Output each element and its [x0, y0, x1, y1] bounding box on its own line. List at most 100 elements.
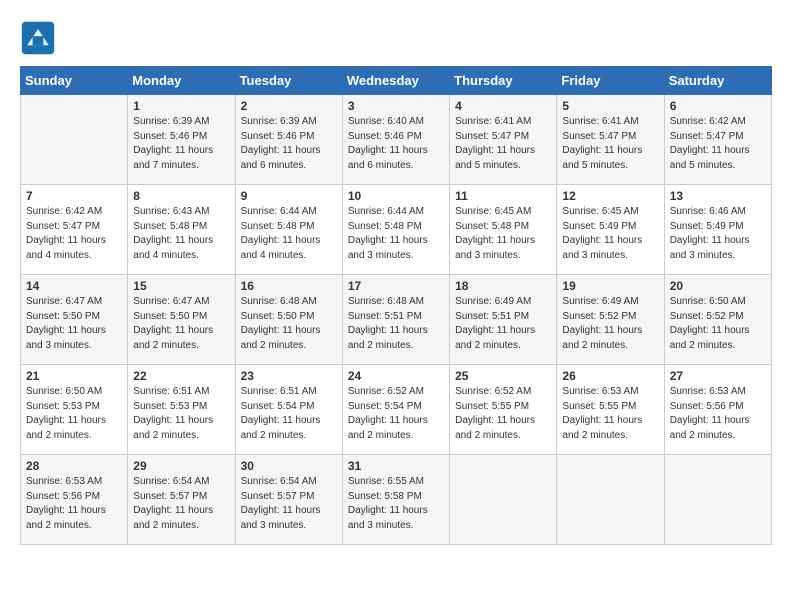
- day-number: 19: [562, 279, 658, 293]
- day-number: 2: [241, 99, 337, 113]
- day-number: 27: [670, 369, 766, 383]
- day-info: Sunrise: 6:40 AM Sunset: 5:46 PM Dayligh…: [348, 115, 444, 173]
- day-number: 4: [455, 99, 551, 113]
- day-info: Sunrise: 6:47 AM Sunset: 5:50 PM Dayligh…: [133, 295, 229, 353]
- calendar-cell: 12Sunrise: 6:45 AM Sunset: 5:49 PM Dayli…: [557, 185, 664, 275]
- calendar-cell: 4 Sunrise: 6:41 AM Sunset: 5:47 PM Daylig…: [450, 95, 557, 185]
- day-number: 10: [348, 189, 444, 203]
- day-info: Sunrise: 6:50 AM Sunset: 5:52 PM Dayligh…: [670, 295, 766, 353]
- calendar-cell: 28 Sunrise: 6:53 AM Sunset: 5:56 PM Dayli…: [21, 455, 128, 545]
- calendar-cell: 21 Sunrise: 6:50 AM Sunset: 5:53 PM Dayli…: [21, 365, 128, 455]
- day-info: Sunrise: 6:41 AM Sunset: 5:47 PM Dayligh…: [455, 115, 551, 173]
- calendar-cell: 11 Sunrise: 6:45 AM Sunset: 5:48 PM Dayli…: [450, 185, 557, 275]
- page-header: [20, 20, 772, 56]
- calendar-cell: 14 Sunrise: 6:47 AM Sunset: 5:50 PM Dayli…: [21, 275, 128, 365]
- calendar-cell: 18 Sunrise: 6:49 AM Sunset: 5:51 PM Dayli…: [450, 275, 557, 365]
- calendar-cell: 8 Sunrise: 6:43 AM Sunset: 5:48 PM Daylig…: [128, 185, 235, 275]
- column-header-tuesday: Tuesday: [235, 67, 342, 95]
- day-info: Sunrise: 6:46 AM Sunset: 5:49 PM Dayligh…: [670, 205, 766, 263]
- day-info: Sunrise: 6:49 AM Sunset: 5:51 PM Dayligh…: [455, 295, 551, 353]
- day-info: Sunrise: 6:53 AM Sunset: 5:55 PM Dayligh…: [562, 385, 658, 443]
- day-number: 21: [26, 369, 122, 383]
- day-info: Sunrise: 6:53 AM Sunset: 5:56 PM Dayligh…: [26, 475, 122, 533]
- calendar-cell: 1Sunrise: 6:39 AM Sunset: 5:46 PM Daylig…: [128, 95, 235, 185]
- day-number: 29: [133, 459, 229, 473]
- logo: [20, 20, 60, 56]
- calendar-cell: 16 Sunrise: 6:48 AM Sunset: 5:50 PM Dayli…: [235, 275, 342, 365]
- day-number: 18: [455, 279, 551, 293]
- calendar-cell: 17 Sunrise: 6:48 AM Sunset: 5:51 PM Dayli…: [342, 275, 449, 365]
- day-number: 26: [562, 369, 658, 383]
- day-number: 5: [562, 99, 658, 113]
- calendar-cell: 5 Sunrise: 6:41 AM Sunset: 5:47 PM Daylig…: [557, 95, 664, 185]
- day-number: 9: [241, 189, 337, 203]
- calendar-header-row: SundayMondayTuesdayWednesdayThursdayFrid…: [21, 67, 772, 95]
- calendar-cell: [21, 95, 128, 185]
- day-number: 28: [26, 459, 122, 473]
- day-number: 24: [348, 369, 444, 383]
- day-number: 7: [26, 189, 122, 203]
- day-info: Sunrise: 6:50 AM Sunset: 5:53 PM Dayligh…: [26, 385, 122, 443]
- calendar-cell: 7 Sunrise: 6:42 AM Sunset: 5:47 PM Daylig…: [21, 185, 128, 275]
- day-number: 17: [348, 279, 444, 293]
- day-number: 23: [241, 369, 337, 383]
- column-header-monday: Monday: [128, 67, 235, 95]
- day-info: Sunrise: 6:48 AM Sunset: 5:51 PM Dayligh…: [348, 295, 444, 353]
- calendar-cell: 31 Sunrise: 6:55 AM Sunset: 5:58 PM Dayli…: [342, 455, 449, 545]
- day-number: 31: [348, 459, 444, 473]
- calendar-cell: [664, 455, 771, 545]
- day-number: 6: [670, 99, 766, 113]
- column-header-wednesday: Wednesday: [342, 67, 449, 95]
- calendar-cell: 24 Sunrise: 6:52 AM Sunset: 5:54 PM Dayli…: [342, 365, 449, 455]
- day-info: Sunrise: 6:39 AM Sunset: 5:46 PM Dayligh…: [241, 115, 337, 173]
- day-info: Sunrise: 6:47 AM Sunset: 5:50 PM Dayligh…: [26, 295, 122, 353]
- day-info: Sunrise: 6:51 AM Sunset: 5:54 PM Dayligh…: [241, 385, 337, 443]
- calendar-cell: 15 Sunrise: 6:47 AM Sunset: 5:50 PM Dayli…: [128, 275, 235, 365]
- column-header-sunday: Sunday: [21, 67, 128, 95]
- calendar-table: SundayMondayTuesdayWednesdayThursdayFrid…: [20, 66, 772, 545]
- day-info: Sunrise: 6:54 AM Sunset: 5:57 PM Dayligh…: [241, 475, 337, 533]
- calendar-cell: 30 Sunrise: 6:54 AM Sunset: 5:57 PM Dayli…: [235, 455, 342, 545]
- calendar-cell: 13 Sunrise: 6:46 AM Sunset: 5:49 PM Dayli…: [664, 185, 771, 275]
- day-number: 8: [133, 189, 229, 203]
- day-info: Sunrise: 6:55 AM Sunset: 5:58 PM Dayligh…: [348, 475, 444, 533]
- day-info: Sunrise: 6:41 AM Sunset: 5:47 PM Dayligh…: [562, 115, 658, 173]
- day-info: Sunrise: 6:44 AM Sunset: 5:48 PM Dayligh…: [241, 205, 337, 263]
- day-number: 3: [348, 99, 444, 113]
- day-number: 12: [562, 189, 658, 203]
- day-number: 14: [26, 279, 122, 293]
- column-header-saturday: Saturday: [664, 67, 771, 95]
- calendar-cell: 19 Sunrise: 6:49 AM Sunset: 5:52 PM Dayli…: [557, 275, 664, 365]
- calendar-week-row: 1Sunrise: 6:39 AM Sunset: 5:46 PM Daylig…: [21, 95, 772, 185]
- calendar-cell: 9 Sunrise: 6:44 AM Sunset: 5:48 PM Daylig…: [235, 185, 342, 275]
- day-info: Sunrise: 6:45 AM Sunset: 5:48 PM Dayligh…: [455, 205, 551, 263]
- calendar-body: 1Sunrise: 6:39 AM Sunset: 5:46 PM Daylig…: [21, 95, 772, 545]
- calendar-week-row: 14 Sunrise: 6:47 AM Sunset: 5:50 PM Dayli…: [21, 275, 772, 365]
- calendar-cell: 6Sunrise: 6:42 AM Sunset: 5:47 PM Daylig…: [664, 95, 771, 185]
- day-number: 20: [670, 279, 766, 293]
- day-info: Sunrise: 6:48 AM Sunset: 5:50 PM Dayligh…: [241, 295, 337, 353]
- day-number: 13: [670, 189, 766, 203]
- day-number: 30: [241, 459, 337, 473]
- day-info: Sunrise: 6:49 AM Sunset: 5:52 PM Dayligh…: [562, 295, 658, 353]
- day-info: Sunrise: 6:54 AM Sunset: 5:57 PM Dayligh…: [133, 475, 229, 533]
- calendar-cell: 20 Sunrise: 6:50 AM Sunset: 5:52 PM Dayli…: [664, 275, 771, 365]
- calendar-cell: 29 Sunrise: 6:54 AM Sunset: 5:57 PM Dayli…: [128, 455, 235, 545]
- calendar-cell: 3 Sunrise: 6:40 AM Sunset: 5:46 PM Daylig…: [342, 95, 449, 185]
- day-info: Sunrise: 6:42 AM Sunset: 5:47 PM Dayligh…: [26, 205, 122, 263]
- day-number: 11: [455, 189, 551, 203]
- calendar-cell: [557, 455, 664, 545]
- day-number: 15: [133, 279, 229, 293]
- day-info: Sunrise: 6:53 AM Sunset: 5:56 PM Dayligh…: [670, 385, 766, 443]
- calendar-cell: 22Sunrise: 6:51 AM Sunset: 5:53 PM Dayli…: [128, 365, 235, 455]
- day-info: Sunrise: 6:51 AM Sunset: 5:53 PM Dayligh…: [133, 385, 229, 443]
- calendar-cell: [450, 455, 557, 545]
- day-info: Sunrise: 6:43 AM Sunset: 5:48 PM Dayligh…: [133, 205, 229, 263]
- day-number: 16: [241, 279, 337, 293]
- calendar-cell: 2 Sunrise: 6:39 AM Sunset: 5:46 PM Daylig…: [235, 95, 342, 185]
- day-number: 25: [455, 369, 551, 383]
- logo-icon: [20, 20, 56, 56]
- calendar-cell: 26 Sunrise: 6:53 AM Sunset: 5:55 PM Dayli…: [557, 365, 664, 455]
- day-info: Sunrise: 6:52 AM Sunset: 5:55 PM Dayligh…: [455, 385, 551, 443]
- day-info: Sunrise: 6:52 AM Sunset: 5:54 PM Dayligh…: [348, 385, 444, 443]
